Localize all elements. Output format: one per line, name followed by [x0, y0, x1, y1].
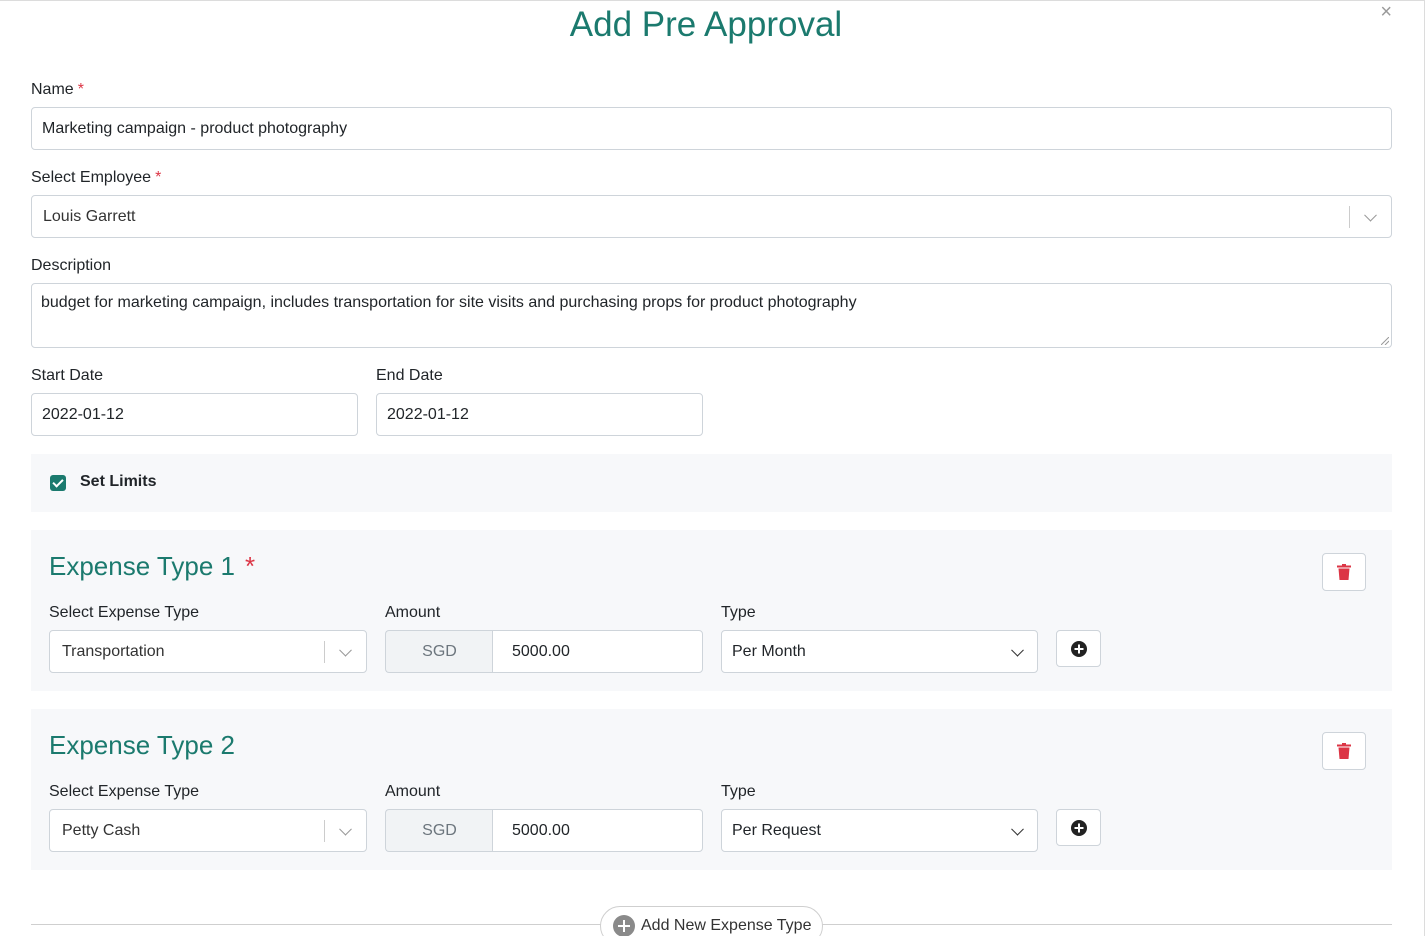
add-new-expense-type-label: Add New Expense Type: [641, 917, 812, 934]
description-label: Description: [31, 257, 112, 274]
plus-circle-icon: [1070, 640, 1087, 657]
expense-type-select[interactable]: Petty Cash: [49, 809, 367, 852]
select-expense-type-label: Select Expense Type: [49, 783, 200, 800]
required-mark: *: [155, 169, 162, 186]
description-value: budget for marketing campaign, includes …: [41, 294, 857, 311]
type-label: Type: [721, 604, 756, 621]
required-mark: *: [245, 551, 256, 581]
currency-addon: SGD: [385, 630, 493, 673]
select-separator: [324, 640, 325, 663]
employee-label-text: Select Employee: [31, 169, 152, 186]
expense-type-title: Expense Type 1 *: [49, 551, 255, 582]
start-date-input[interactable]: 2022-01-12: [31, 393, 358, 436]
start-date-label: Start Date: [31, 367, 104, 384]
add-limit-button[interactable]: [1056, 630, 1101, 667]
set-limits-label: Set Limits: [80, 473, 157, 490]
chevron-down-icon[interactable]: [339, 643, 352, 657]
add-new-expense-type-button[interactable]: Add New Expense Type: [600, 906, 823, 936]
name-label: Name *: [31, 81, 84, 99]
required-mark: *: [77, 81, 84, 98]
set-limits-checkbox[interactable]: [50, 475, 66, 491]
chevron-down-icon[interactable]: [1364, 208, 1377, 222]
add-limit-button[interactable]: [1056, 809, 1101, 846]
delete-expense-button[interactable]: [1322, 553, 1366, 591]
amount-value: 5000.00: [512, 642, 570, 660]
amount-value: 5000.00: [512, 821, 570, 839]
amount-input[interactable]: 5000.00: [492, 809, 703, 852]
employee-label: Select Employee *: [31, 169, 161, 187]
expense-type-title-text: Expense Type 2: [49, 730, 235, 760]
modal-title: Add Pre Approval: [569, 5, 843, 44]
select-separator: [324, 819, 325, 842]
expense-type-panel-1: Expense Type 1 * Select Expense Type Tran…: [31, 530, 1392, 691]
trash-icon: [1337, 743, 1351, 759]
set-limits-panel: Set Limits: [31, 454, 1392, 512]
expense-type-select-value: Petty Cash: [62, 821, 141, 839]
chevron-down-icon[interactable]: [1011, 643, 1024, 657]
select-separator: [1349, 205, 1350, 228]
amount-label: Amount: [385, 604, 441, 621]
name-input[interactable]: Marketing campaign - product photography: [31, 107, 1392, 150]
expense-type-panel-2: Expense Type 2 Select Expense Type Petty…: [31, 709, 1392, 870]
limit-type-select[interactable]: Per Request: [721, 809, 1038, 852]
limit-type-value: Per Request: [732, 821, 821, 839]
plus-circle-icon: [1070, 819, 1087, 836]
select-expense-type-label: Select Expense Type: [49, 604, 200, 621]
end-date-value: 2022-01-12: [387, 405, 469, 423]
delete-expense-button[interactable]: [1322, 732, 1366, 770]
chevron-down-icon[interactable]: [1011, 822, 1024, 836]
expense-type-select-value: Transportation: [62, 642, 165, 660]
end-date-input[interactable]: 2022-01-12: [376, 393, 703, 436]
close-icon[interactable]: ×: [1380, 2, 1392, 22]
amount-label: Amount: [385, 783, 441, 800]
name-label-text: Name: [31, 81, 74, 98]
resize-handle-icon[interactable]: [1381, 337, 1389, 345]
chevron-down-icon[interactable]: [339, 822, 352, 836]
employee-select-value: Louis Garrett: [43, 207, 136, 225]
end-date-label: End Date: [376, 367, 443, 384]
name-input-value: Marketing campaign - product photography: [42, 119, 348, 137]
expense-type-title: Expense Type 2: [49, 730, 239, 761]
trash-icon: [1337, 564, 1351, 580]
description-textarea[interactable]: budget for marketing campaign, includes …: [31, 283, 1392, 348]
limit-type-select[interactable]: Per Month: [721, 630, 1038, 673]
expense-type-title-text: Expense Type 1: [49, 551, 235, 581]
expense-type-select[interactable]: Transportation: [49, 630, 367, 673]
start-date-value: 2022-01-12: [42, 405, 124, 423]
add-pre-approval-modal: Add Pre Approval × Name * Marketing campa…: [0, 0, 1425, 936]
currency-addon: SGD: [385, 809, 493, 852]
type-label: Type: [721, 783, 756, 800]
employee-select[interactable]: Louis Garrett: [31, 195, 1392, 238]
amount-input[interactable]: 5000.00: [492, 630, 703, 673]
limit-type-value: Per Month: [732, 642, 806, 660]
plus-circle-icon: [613, 915, 635, 936]
